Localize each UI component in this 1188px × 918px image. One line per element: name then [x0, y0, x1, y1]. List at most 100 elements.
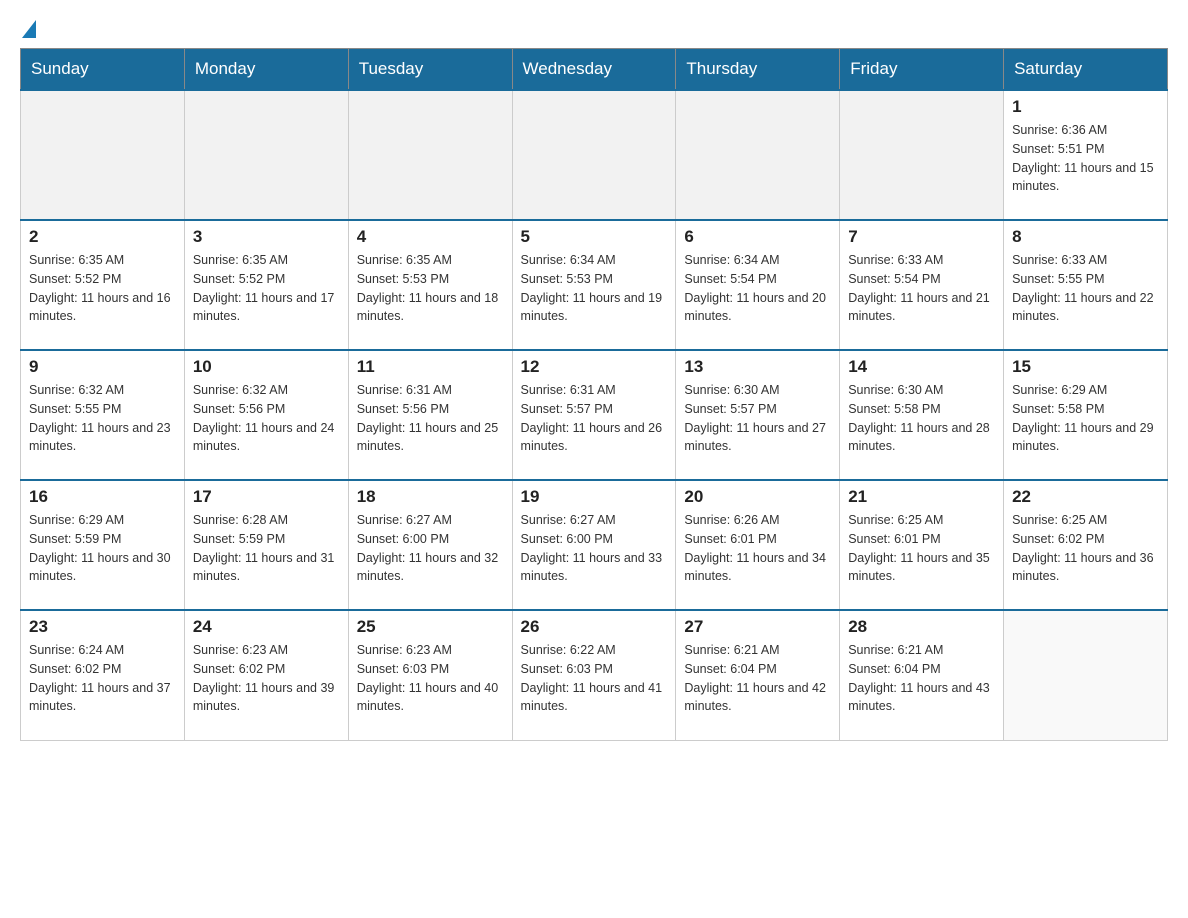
day-number: 6	[684, 227, 831, 247]
day-info: Sunrise: 6:35 AM Sunset: 5:52 PM Dayligh…	[193, 251, 340, 326]
day-info: Sunrise: 6:24 AM Sunset: 6:02 PM Dayligh…	[29, 641, 176, 716]
day-number: 19	[521, 487, 668, 507]
day-info: Sunrise: 6:23 AM Sunset: 6:03 PM Dayligh…	[357, 641, 504, 716]
weekday-header-sunday: Sunday	[21, 49, 185, 91]
calendar-cell	[348, 90, 512, 220]
day-number: 1	[1012, 97, 1159, 117]
day-info: Sunrise: 6:29 AM Sunset: 5:59 PM Dayligh…	[29, 511, 176, 586]
calendar-cell: 8 Sunrise: 6:33 AM Sunset: 5:55 PM Daylig…	[1004, 220, 1168, 350]
calendar-cell: 19 Sunrise: 6:27 AM Sunset: 6:00 PM Dayli…	[512, 480, 676, 610]
day-info: Sunrise: 6:31 AM Sunset: 5:57 PM Dayligh…	[521, 381, 668, 456]
calendar-cell: 10 Sunrise: 6:32 AM Sunset: 5:56 PM Dayli…	[184, 350, 348, 480]
calendar-cell	[21, 90, 185, 220]
day-info: Sunrise: 6:25 AM Sunset: 6:02 PM Dayligh…	[1012, 511, 1159, 586]
calendar-cell: 9 Sunrise: 6:32 AM Sunset: 5:55 PM Daylig…	[21, 350, 185, 480]
weekday-header-monday: Monday	[184, 49, 348, 91]
page-header	[20, 20, 1168, 38]
day-number: 13	[684, 357, 831, 377]
day-number: 12	[521, 357, 668, 377]
day-number: 14	[848, 357, 995, 377]
calendar-cell: 14 Sunrise: 6:30 AM Sunset: 5:58 PM Dayli…	[840, 350, 1004, 480]
day-number: 23	[29, 617, 176, 637]
calendar-cell	[512, 90, 676, 220]
calendar-cell: 13 Sunrise: 6:30 AM Sunset: 5:57 PM Dayli…	[676, 350, 840, 480]
calendar-cell: 22Sunrise: 6:25 AM Sunset: 6:02 PM Dayli…	[1004, 480, 1168, 610]
calendar-cell	[840, 90, 1004, 220]
calendar-cell: 7 Sunrise: 6:33 AM Sunset: 5:54 PM Daylig…	[840, 220, 1004, 350]
calendar-week-row: 9 Sunrise: 6:32 AM Sunset: 5:55 PM Daylig…	[21, 350, 1168, 480]
day-number: 2	[29, 227, 176, 247]
calendar-cell	[676, 90, 840, 220]
day-number: 25	[357, 617, 504, 637]
calendar-cell: 16Sunrise: 6:29 AM Sunset: 5:59 PM Dayli…	[21, 480, 185, 610]
day-number: 20	[684, 487, 831, 507]
day-number: 4	[357, 227, 504, 247]
day-info: Sunrise: 6:27 AM Sunset: 6:00 PM Dayligh…	[357, 511, 504, 586]
weekday-header-friday: Friday	[840, 49, 1004, 91]
day-number: 18	[357, 487, 504, 507]
day-info: Sunrise: 6:28 AM Sunset: 5:59 PM Dayligh…	[193, 511, 340, 586]
day-info: Sunrise: 6:23 AM Sunset: 6:02 PM Dayligh…	[193, 641, 340, 716]
calendar-week-row: 16Sunrise: 6:29 AM Sunset: 5:59 PM Dayli…	[21, 480, 1168, 610]
day-number: 8	[1012, 227, 1159, 247]
calendar-cell: 17 Sunrise: 6:28 AM Sunset: 5:59 PM Dayli…	[184, 480, 348, 610]
day-info: Sunrise: 6:34 AM Sunset: 5:54 PM Dayligh…	[684, 251, 831, 326]
day-number: 10	[193, 357, 340, 377]
day-info: Sunrise: 6:26 AM Sunset: 6:01 PM Dayligh…	[684, 511, 831, 586]
calendar-cell: 25 Sunrise: 6:23 AM Sunset: 6:03 PM Dayli…	[348, 610, 512, 740]
calendar-cell: 15 Sunrise: 6:29 AM Sunset: 5:58 PM Dayli…	[1004, 350, 1168, 480]
calendar-week-row: 1 Sunrise: 6:36 AM Sunset: 5:51 PM Daylig…	[21, 90, 1168, 220]
day-number: 17	[193, 487, 340, 507]
day-info: Sunrise: 6:31 AM Sunset: 5:56 PM Dayligh…	[357, 381, 504, 456]
weekday-header-wednesday: Wednesday	[512, 49, 676, 91]
day-info: Sunrise: 6:21 AM Sunset: 6:04 PM Dayligh…	[848, 641, 995, 716]
calendar-cell: 24Sunrise: 6:23 AM Sunset: 6:02 PM Dayli…	[184, 610, 348, 740]
day-number: 5	[521, 227, 668, 247]
calendar-cell: 20 Sunrise: 6:26 AM Sunset: 6:01 PM Dayli…	[676, 480, 840, 610]
day-info: Sunrise: 6:29 AM Sunset: 5:58 PM Dayligh…	[1012, 381, 1159, 456]
day-info: Sunrise: 6:22 AM Sunset: 6:03 PM Dayligh…	[521, 641, 668, 716]
day-info: Sunrise: 6:32 AM Sunset: 5:55 PM Dayligh…	[29, 381, 176, 456]
day-info: Sunrise: 6:33 AM Sunset: 5:54 PM Dayligh…	[848, 251, 995, 326]
calendar-cell: 4 Sunrise: 6:35 AM Sunset: 5:53 PM Daylig…	[348, 220, 512, 350]
day-number: 26	[521, 617, 668, 637]
weekday-header-saturday: Saturday	[1004, 49, 1168, 91]
day-number: 11	[357, 357, 504, 377]
calendar-cell: 26 Sunrise: 6:22 AM Sunset: 6:03 PM Dayli…	[512, 610, 676, 740]
day-number: 3	[193, 227, 340, 247]
calendar-cell: 11 Sunrise: 6:31 AM Sunset: 5:56 PM Dayli…	[348, 350, 512, 480]
weekday-header-tuesday: Tuesday	[348, 49, 512, 91]
day-info: Sunrise: 6:30 AM Sunset: 5:57 PM Dayligh…	[684, 381, 831, 456]
logo-triangle-icon	[22, 20, 36, 38]
day-info: Sunrise: 6:30 AM Sunset: 5:58 PM Dayligh…	[848, 381, 995, 456]
calendar-cell: 5 Sunrise: 6:34 AM Sunset: 5:53 PM Daylig…	[512, 220, 676, 350]
calendar-cell: 12 Sunrise: 6:31 AM Sunset: 5:57 PM Dayli…	[512, 350, 676, 480]
day-number: 15	[1012, 357, 1159, 377]
calendar-cell: 21 Sunrise: 6:25 AM Sunset: 6:01 PM Dayli…	[840, 480, 1004, 610]
calendar-cell: 1 Sunrise: 6:36 AM Sunset: 5:51 PM Daylig…	[1004, 90, 1168, 220]
day-info: Sunrise: 6:21 AM Sunset: 6:04 PM Dayligh…	[684, 641, 831, 716]
calendar-header-row: SundayMondayTuesdayWednesdayThursdayFrid…	[21, 49, 1168, 91]
weekday-header-thursday: Thursday	[676, 49, 840, 91]
logo	[20, 20, 36, 38]
day-info: Sunrise: 6:36 AM Sunset: 5:51 PM Dayligh…	[1012, 121, 1159, 196]
calendar-cell	[1004, 610, 1168, 740]
day-number: 9	[29, 357, 176, 377]
day-info: Sunrise: 6:34 AM Sunset: 5:53 PM Dayligh…	[521, 251, 668, 326]
day-number: 21	[848, 487, 995, 507]
calendar-cell: 27Sunrise: 6:21 AM Sunset: 6:04 PM Dayli…	[676, 610, 840, 740]
calendar-cell: 23 Sunrise: 6:24 AM Sunset: 6:02 PM Dayli…	[21, 610, 185, 740]
day-number: 7	[848, 227, 995, 247]
day-info: Sunrise: 6:32 AM Sunset: 5:56 PM Dayligh…	[193, 381, 340, 456]
calendar-cell: 18 Sunrise: 6:27 AM Sunset: 6:00 PM Dayli…	[348, 480, 512, 610]
day-info: Sunrise: 6:35 AM Sunset: 5:52 PM Dayligh…	[29, 251, 176, 326]
day-info: Sunrise: 6:27 AM Sunset: 6:00 PM Dayligh…	[521, 511, 668, 586]
day-info: Sunrise: 6:33 AM Sunset: 5:55 PM Dayligh…	[1012, 251, 1159, 326]
calendar-cell: 2 Sunrise: 6:35 AM Sunset: 5:52 PM Daylig…	[21, 220, 185, 350]
day-info: Sunrise: 6:35 AM Sunset: 5:53 PM Dayligh…	[357, 251, 504, 326]
calendar-cell: 6 Sunrise: 6:34 AM Sunset: 5:54 PM Daylig…	[676, 220, 840, 350]
calendar-cell: 3 Sunrise: 6:35 AM Sunset: 5:52 PM Daylig…	[184, 220, 348, 350]
calendar-week-row: 2 Sunrise: 6:35 AM Sunset: 5:52 PM Daylig…	[21, 220, 1168, 350]
day-info: Sunrise: 6:25 AM Sunset: 6:01 PM Dayligh…	[848, 511, 995, 586]
calendar-cell	[184, 90, 348, 220]
